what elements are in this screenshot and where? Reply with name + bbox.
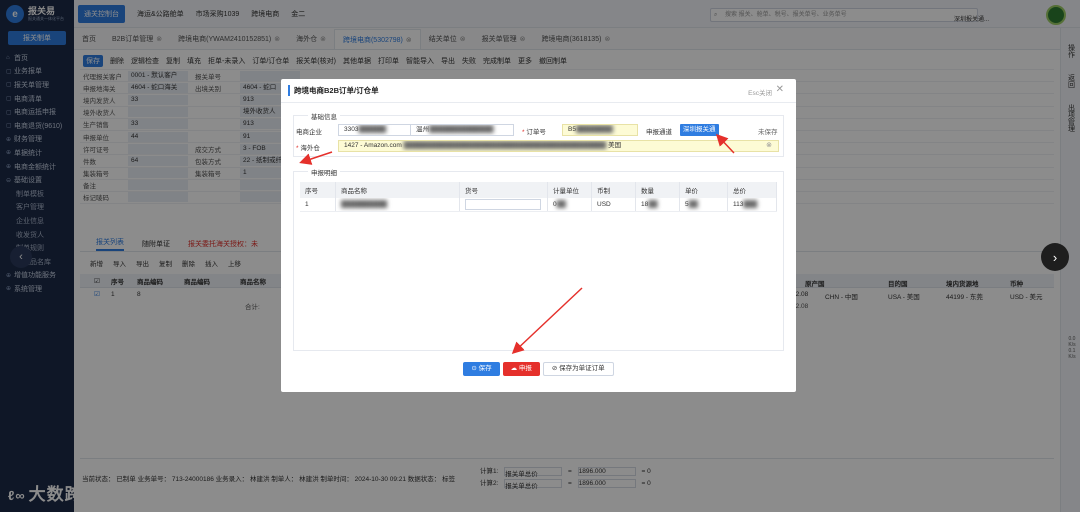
cell-item-no[interactable] — [460, 198, 548, 211]
col-item-no: 货号 — [460, 182, 548, 198]
cell-unit-redacted: ██ — [556, 201, 566, 208]
clear-icon[interactable]: ⊗ — [766, 141, 772, 151]
overseas-label: * 海外仓 — [296, 145, 320, 152]
detail-title: 申报明细 — [308, 167, 340, 177]
declare-submit-label: 申报 — [518, 365, 532, 372]
channel-label: 申报通道 — [646, 129, 672, 136]
col-unit: 计量单位 — [548, 182, 592, 198]
col-price: 单价 — [680, 182, 728, 198]
title-accent — [288, 85, 290, 96]
modal-title: 跨境电商B2B订单/订仓单 — [294, 86, 379, 95]
company-label: 电商企业 — [296, 129, 322, 136]
declare-submit-button[interactable]: ☁ 申报 — [502, 362, 540, 376]
company-name-value: 温州 — [416, 126, 429, 133]
overseas-warehouse-field[interactable]: 1427 - Amazon.com ██████████████████████… — [338, 140, 779, 152]
save-button-label: 保存 — [478, 365, 492, 372]
cell-total-redacted: ███ — [743, 201, 758, 208]
modal-header: 跨境电商B2B订单/订仓单 Esc关闭 ✕ — [281, 79, 796, 103]
save-as-cert-button[interactable]: ⊘ 保存为单证订单 — [542, 362, 614, 376]
cell-qty-redacted: ██ — [648, 201, 658, 208]
cell-price-redacted: ██ — [688, 201, 698, 208]
company-name-redacted: ██████████████ — [429, 126, 494, 133]
cell-total-value: 113 — [733, 201, 744, 208]
overseas-country: 美国 — [608, 142, 622, 149]
order-label-text: 订单号 — [526, 129, 546, 136]
cell-qty-value: 18 — [641, 201, 649, 208]
item-no-input[interactable] — [465, 199, 541, 210]
net-status: 0.0 K/s 0.1 K/s — [1064, 336, 1080, 360]
order-label: * 订单号 — [522, 129, 546, 136]
basic-info-title: 基础信息 — [308, 111, 340, 121]
cell-index: 1 — [300, 198, 336, 211]
company-code-value: 3303 — [344, 126, 359, 133]
cell-goods-name[interactable]: ██████████ — [336, 198, 460, 211]
modal-footer: ⊙ 保存 ☁ 申报 ⊘ 保存为单证订单 — [281, 362, 796, 376]
overseas-label-text: 海外仓 — [300, 145, 320, 152]
next-arrow-icon[interactable]: › — [1041, 243, 1069, 271]
order-number-value: B5 — [568, 126, 576, 133]
detail-table-header: 序号 商品名称 货号 计量单位 币制 数量 单价 总价 — [300, 182, 777, 198]
cell-currency: USD — [592, 198, 636, 211]
col-total: 总价 — [728, 182, 777, 198]
save-as-cert-label: 保存为单证订单 — [559, 365, 605, 372]
cell-qty[interactable]: 18 ██ — [636, 198, 680, 211]
detail-section: 申报明细 序号 商品名称 货号 计量单位 币制 数量 单价 总价 1 █████… — [293, 167, 784, 351]
esc-hint: Esc关闭 — [748, 90, 772, 97]
col-qty: 数量 — [636, 182, 680, 198]
order-modal: 跨境电商B2B订单/订仓单 Esc关闭 ✕ 基础信息 电商企业 3303████… — [281, 79, 796, 392]
detail-table-row[interactable]: 1 ██████████ 0 ██ USD 18 ██ 5 ██ 113 ███ — [300, 198, 777, 212]
col-index: 序号 — [300, 182, 336, 198]
channel-button-label: 深圳报关通 — [683, 126, 716, 133]
basic-info-section: 基础信息 电商企业 3303██████ 温州██████████████ * … — [293, 111, 784, 157]
close-icon[interactable]: ✕ — [776, 84, 784, 95]
company-code-redacted: ██████ — [358, 126, 387, 133]
cell-price[interactable]: 5 ██ — [680, 198, 728, 211]
order-number-field[interactable]: B5████████ — [562, 124, 638, 136]
overseas-redacted: ████████████████████████████████████████… — [403, 142, 609, 149]
cell-total: 113 ███ — [728, 198, 777, 211]
save-button[interactable]: ⊙ 保存 — [463, 362, 500, 376]
cell-goods-name-redacted: ██████████ — [341, 201, 388, 208]
order-number-redacted: ████████ — [575, 126, 613, 133]
company-code-field[interactable]: 3303██████ — [338, 124, 412, 136]
company-name-field[interactable]: 温州██████████████ — [410, 124, 514, 136]
channel-button[interactable]: 深圳报关通 — [680, 124, 719, 136]
overseas-value: 1427 - Amazon.com — [344, 142, 402, 149]
col-goods-name: 商品名称 — [336, 182, 460, 198]
unsaved-status: 未保存 — [758, 129, 778, 136]
col-currency: 币制 — [592, 182, 636, 198]
cell-unit[interactable]: 0 ██ — [548, 198, 592, 211]
net-down-unit: K/s — [1068, 354, 1076, 360]
